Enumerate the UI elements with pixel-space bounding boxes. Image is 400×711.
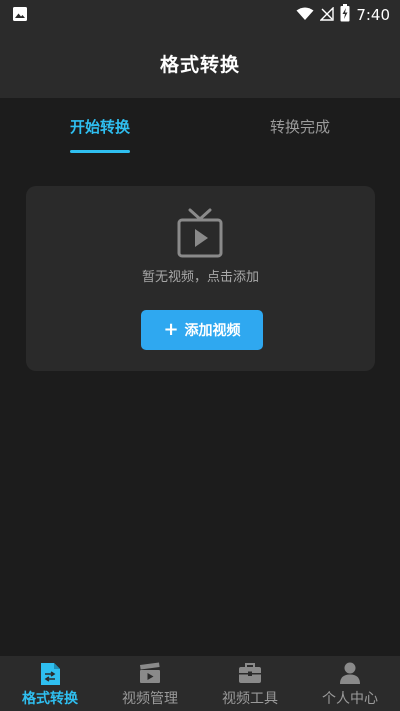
nav-video-tools[interactable]: 视频工具 [200, 656, 300, 711]
tab-bar: 开始转换 转换完成 [0, 98, 400, 154]
convert-doc-icon [39, 662, 61, 690]
nav-label: 格式转换 [22, 691, 78, 707]
clapperboard-icon [139, 662, 161, 688]
image-notification-icon [12, 6, 28, 26]
page-title: 格式转换 [159, 53, 240, 76]
nav-label: 视频工具 [222, 691, 278, 707]
status-bar: 7:40 [0, 0, 400, 28]
battery-charging-icon [340, 4, 350, 26]
empty-message: 暂无视频，点击添加 [141, 270, 259, 285]
empty-state-card: 暂无视频，点击添加 + 添加视频 [26, 186, 375, 371]
active-tab-indicator [70, 150, 130, 153]
tab-start-convert[interactable]: 开始转换 [70, 116, 130, 137]
nav-format-convert[interactable]: 格式转换 [0, 656, 100, 711]
wifi-icon [296, 6, 314, 25]
nav-personal-center[interactable]: 个人中心 [300, 656, 400, 711]
tv-play-icon [177, 208, 223, 262]
add-video-button[interactable]: + 添加视频 [141, 310, 263, 350]
nav-label: 视频管理 [122, 691, 178, 707]
tab-convert-done[interactable]: 转换完成 [270, 116, 330, 137]
add-video-label: 添加视频 [184, 323, 241, 339]
plus-icon: + [163, 319, 179, 340]
user-icon [339, 662, 361, 688]
nav-label: 个人中心 [322, 691, 378, 707]
no-signal-icon [319, 5, 335, 25]
bottom-nav: 格式转换 视频管理 视频工具 个人中心 [0, 656, 400, 711]
nav-video-manage[interactable]: 视频管理 [100, 656, 200, 711]
app-header: 格式转换 [0, 28, 400, 98]
toolbox-icon [238, 662, 262, 688]
status-time: 7:40 [356, 6, 390, 24]
